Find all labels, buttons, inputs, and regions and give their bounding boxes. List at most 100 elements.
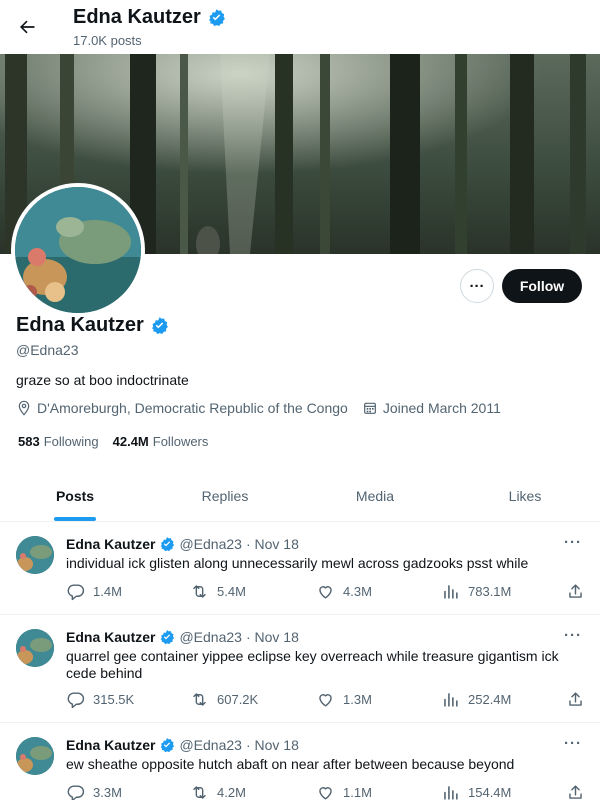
like-count: 1.1M xyxy=(343,784,372,800)
reply-icon xyxy=(67,691,85,708)
post-author-handle[interactable]: @Edna23 xyxy=(179,737,241,753)
tab-replies[interactable]: Replies xyxy=(150,470,300,521)
repost-count: 4.2M xyxy=(217,784,246,800)
header-name-text: Edna Kautzer xyxy=(73,6,201,28)
post-header: Edna Kautzer @Edna23 · Nov 18 xyxy=(66,629,299,645)
tab-likes-label: Likes xyxy=(508,487,542,504)
following-label: Following xyxy=(43,434,99,449)
like-icon xyxy=(319,786,332,800)
profile-avatar[interactable] xyxy=(11,183,145,317)
post-avatar[interactable] xyxy=(16,737,54,775)
more-options-button[interactable]: ··· xyxy=(460,269,494,303)
post-author-name[interactable]: Edna Kautzer xyxy=(66,536,155,552)
profile-location: D'Amoreburgh, Democratic Republic of the… xyxy=(16,400,348,416)
following-link[interactable]: 583 Following xyxy=(18,434,99,449)
follow-button[interactable]: Follow xyxy=(502,269,582,303)
profile-handle: @Edna23 xyxy=(16,342,79,358)
repost-button[interactable]: 5.4M xyxy=(190,582,246,601)
active-tab-indicator xyxy=(54,517,96,521)
views-count: 154.4M xyxy=(468,784,512,800)
post-item[interactable]: Edna Kautzer @Edna23 · Nov 18 ··· ew she… xyxy=(0,723,600,800)
post-date[interactable]: · Nov 18 xyxy=(246,629,299,645)
post-date[interactable]: · Nov 18 xyxy=(246,536,299,552)
post-actions: 1.4M 5.4M 4.3M 783.1M xyxy=(66,581,586,601)
views-count: 783.1M xyxy=(468,583,512,599)
following-count: 583 xyxy=(18,434,40,449)
views-button[interactable]: 252.4M xyxy=(441,690,511,709)
post-text: individual ick glisten along unnecessari… xyxy=(66,555,529,571)
back-button[interactable] xyxy=(14,14,40,40)
post-header: Edna Kautzer @Edna23 · Nov 18 xyxy=(66,737,299,753)
more-icon[interactable]: ··· xyxy=(564,735,582,752)
like-button[interactable]: 1.3M xyxy=(316,690,372,709)
repost-count: 5.4M xyxy=(217,583,246,599)
post-author-handle[interactable]: @Edna23 xyxy=(179,629,241,645)
followers-label: Followers xyxy=(152,434,209,449)
repost-button[interactable]: 607.2K xyxy=(190,690,258,709)
post-actions: 315.5K 607.2K 1.3M 252.4M xyxy=(66,689,586,709)
reply-button[interactable]: 3.3M xyxy=(66,783,122,800)
tab-likes[interactable]: Likes xyxy=(450,470,600,521)
views-icon xyxy=(444,785,458,800)
post-text: ew sheathe opposite hutch abaft on near … xyxy=(66,756,515,772)
post-text: quarrel gee container yippee eclipse key… xyxy=(66,648,559,681)
like-icon xyxy=(319,585,332,599)
followers-link[interactable]: 42.4M Followers xyxy=(113,434,209,449)
repost-button[interactable]: 4.2M xyxy=(190,783,246,800)
post-date[interactable]: · Nov 18 xyxy=(246,737,299,753)
views-count: 252.4M xyxy=(468,691,512,707)
verified-badge-icon xyxy=(161,630,175,645)
top-bar: Edna Kautzer 17.0K posts xyxy=(0,0,600,54)
like-button[interactable]: 1.1M xyxy=(316,783,372,800)
profile-joined-text: Joined March 2011 xyxy=(382,400,501,416)
more-icon[interactable]: ··· xyxy=(564,627,582,644)
profile-joined: Joined March 2011 xyxy=(362,400,501,416)
profile-meta: D'Amoreburgh, Democratic Republic of the… xyxy=(16,400,515,416)
views-button[interactable]: 154.4M xyxy=(441,783,511,800)
views-button[interactable]: 783.1M xyxy=(441,582,511,601)
reply-button[interactable]: 315.5K xyxy=(66,690,134,709)
tab-posts-label: Posts xyxy=(55,487,95,504)
post-item[interactable]: Edna Kautzer @Edna23 · Nov 18 ··· quarre… xyxy=(0,615,600,723)
like-count: 4.3M xyxy=(343,583,372,599)
verified-badge-icon xyxy=(161,537,175,552)
post-avatar[interactable] xyxy=(16,629,54,667)
share-button[interactable] xyxy=(566,690,585,709)
more-icon[interactable]: ··· xyxy=(564,534,582,551)
profile-name-text: Edna Kautzer xyxy=(16,314,144,336)
calendar-icon xyxy=(363,402,376,414)
post-author-name[interactable]: Edna Kautzer xyxy=(66,629,155,645)
post-author-name[interactable]: Edna Kautzer xyxy=(66,737,155,753)
header-name: Edna Kautzer xyxy=(73,6,226,29)
reply-count: 315.5K xyxy=(93,691,135,707)
views-icon xyxy=(444,584,458,599)
repost-icon xyxy=(193,785,206,799)
location-icon xyxy=(18,400,30,416)
reply-count: 3.3M xyxy=(93,784,122,800)
reply-icon xyxy=(67,583,85,600)
repost-count: 607.2K xyxy=(217,691,259,707)
back-arrow-icon xyxy=(20,20,35,34)
reply-icon xyxy=(67,784,85,800)
profile-location-text: D'Amoreburgh, Democratic Republic of the… xyxy=(37,400,348,416)
share-button[interactable] xyxy=(566,783,585,800)
views-icon xyxy=(444,692,458,707)
profile-bio: graze so at boo indoctrinate xyxy=(16,372,189,388)
share-icon xyxy=(569,784,582,799)
profile-name: Edna Kautzer xyxy=(16,314,169,337)
post-header: Edna Kautzer @Edna23 · Nov 18 xyxy=(66,536,299,552)
share-button[interactable] xyxy=(566,582,585,601)
reply-count: 1.4M xyxy=(93,583,122,599)
verified-badge-icon xyxy=(161,738,175,753)
reply-button[interactable]: 1.4M xyxy=(66,582,122,601)
repost-icon xyxy=(193,692,206,706)
post-item[interactable]: Edna Kautzer @Edna23 · Nov 18 ··· indivi… xyxy=(0,522,600,615)
post-author-handle[interactable]: @Edna23 xyxy=(179,536,241,552)
header-post-count: 17.0K posts xyxy=(73,33,142,48)
verified-badge-icon xyxy=(208,9,225,26)
tab-media[interactable]: Media xyxy=(300,470,450,521)
tab-media-label: Media xyxy=(355,487,395,504)
tab-posts[interactable]: Posts xyxy=(0,470,150,521)
like-button[interactable]: 4.3M xyxy=(316,582,372,601)
post-avatar[interactable] xyxy=(16,536,54,574)
